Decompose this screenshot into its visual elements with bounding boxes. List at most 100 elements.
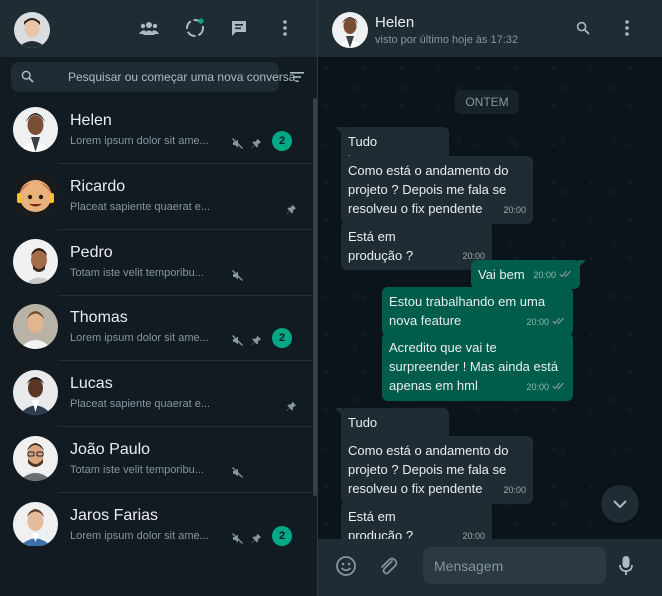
chat-name: Jaros Farias: [70, 507, 159, 524]
communities-icon[interactable]: [138, 17, 160, 39]
outgoing-message[interactable]: Acredito que vai te surpreender ! Mas ai…: [382, 333, 573, 401]
message-composer: [318, 539, 662, 596]
pinned-icon: [251, 333, 262, 351]
search-messages-icon[interactable]: [572, 17, 594, 39]
message-time: 20:00: [503, 481, 526, 500]
chat-item[interactable]: Pedro Totam iste velit temporibu...: [0, 230, 312, 296]
double-check-icon: [559, 266, 573, 285]
search-bar: Pesquisar ou começar uma nova conversa: [0, 57, 317, 98]
contact-avatar[interactable]: [332, 12, 368, 48]
chat-item[interactable]: Thomas Lorem ipsum dolor sit ame... 2: [0, 295, 312, 361]
incoming-message[interactable]: Como está o andamento do projeto ? Depoi…: [341, 156, 533, 224]
chat-list-scrollbar[interactable]: [313, 98, 317, 496]
chat-name: João Paulo: [70, 441, 151, 458]
pinned-icon: [286, 202, 297, 220]
message-text: Como está o andamento do projeto ? Depoi…: [348, 443, 509, 496]
chat-preview: Placeat sapiente quaerat e...: [70, 201, 211, 213]
message-time-text: 20:00: [533, 270, 556, 280]
microphone-icon[interactable]: [619, 555, 633, 582]
pinned-icon: [251, 136, 262, 154]
read-receipt-icon: [559, 270, 572, 278]
emoji-icon[interactable]: [335, 555, 357, 582]
search-icon[interactable]: [21, 70, 34, 88]
outgoing-message[interactable]: Estou trabalhando em uma nova feature 20:…: [382, 287, 573, 336]
chat-avatar: [13, 502, 58, 547]
message-time: 20:00: [503, 201, 526, 220]
message-time-text: 20:00: [503, 485, 526, 495]
chat-name: Ricardo: [70, 178, 126, 195]
chat-preview: Lorem ipsum dolor sit ame...: [70, 332, 209, 344]
chat-name: Thomas: [70, 309, 128, 326]
unread-badge: 2: [272, 131, 292, 151]
conversation-header[interactable]: Helen visto por último hoje às 17:32: [318, 0, 662, 57]
message-area[interactable]: ONTEM Tudo bem ?20:00Como está o andamen…: [318, 57, 662, 539]
muted-icon: [232, 268, 243, 286]
unread-badge: 2: [272, 526, 292, 546]
incoming-message[interactable]: Está em produção ? 20:00: [341, 502, 492, 539]
contact-name: Helen: [375, 14, 415, 31]
chat-name: Lucas: [70, 375, 113, 392]
new-chat-icon[interactable]: [228, 17, 250, 39]
sidebar-footer: [0, 546, 317, 596]
chat-avatar: [13, 370, 58, 415]
message-time-text: 20:00: [526, 317, 549, 327]
bubble-tail: [335, 408, 343, 416]
message-text: Vai bem: [478, 267, 525, 282]
message-time: 20:00: [462, 527, 485, 539]
attach-icon[interactable]: [377, 555, 399, 582]
message-time-text: 20:00: [462, 531, 485, 539]
chat-name: Pedro: [70, 244, 113, 261]
incoming-message[interactable]: Como está o andamento do projeto ? Depoi…: [341, 436, 533, 504]
bubble-tail: [335, 127, 343, 135]
my-profile-avatar[interactable]: [14, 12, 50, 48]
message-time-text: 20:00: [526, 382, 549, 392]
chat-list-panel: Pesquisar ou começar uma nova conversa H…: [0, 0, 318, 596]
double-check-icon: [552, 313, 566, 332]
message-input[interactable]: [423, 547, 606, 584]
chevron-down-icon: [613, 499, 627, 508]
chat-item[interactable]: Lucas Placeat sapiente quaerat e...: [0, 361, 312, 427]
message-text: Está em produção ?: [348, 229, 414, 263]
muted-icon: [232, 465, 243, 483]
filter-icon[interactable]: [289, 70, 305, 88]
chat-avatar: [13, 173, 58, 218]
message-time: 20:00: [526, 378, 566, 397]
message-time: 20:00: [533, 266, 573, 285]
pinned-icon: [286, 399, 297, 417]
message-text: Está em produção ?: [348, 509, 414, 539]
message-text: Como está o andamento do projeto ? Depoi…: [348, 163, 509, 216]
conversation-panel: Helen visto por último hoje às 17:32 ONT…: [318, 0, 662, 596]
message-time: 20:00: [526, 313, 566, 332]
status-icon[interactable]: [184, 17, 206, 39]
sidebar-header: [0, 0, 317, 57]
chat-avatar: [13, 436, 58, 481]
search-placeholder: Pesquisar ou começar uma nova conversa: [68, 70, 296, 84]
menu-icon[interactable]: [274, 17, 296, 39]
chat-preview: Lorem ipsum dolor sit ame...: [70, 135, 209, 147]
chat-avatar: [13, 239, 58, 284]
conversation-menu-icon[interactable]: [616, 17, 638, 39]
chat-preview: Lorem ipsum dolor sit ame...: [70, 530, 209, 542]
read-receipt-icon: [552, 382, 565, 390]
bubble-tail: [578, 260, 586, 268]
chat-item[interactable]: João Paulo Totam iste velit temporibu...: [0, 427, 312, 493]
search-input[interactable]: Pesquisar ou começar uma nova conversa: [11, 62, 295, 92]
chat-avatar: [13, 304, 58, 349]
unread-badge: 2: [272, 328, 292, 348]
muted-icon: [232, 136, 243, 154]
chat-item[interactable]: Ricardo Placeat sapiente quaerat e...: [0, 164, 312, 230]
chat-name: Helen: [70, 112, 112, 129]
read-receipt-icon: [552, 317, 565, 325]
outgoing-message[interactable]: Vai bem 20:00: [471, 260, 586, 289]
chat-list: Helen Lorem ipsum dolor sit ame... 2 Ricard…: [0, 98, 312, 559]
date-separator: ONTEM: [455, 90, 519, 114]
double-check-icon: [552, 378, 566, 397]
chat-preview: Placeat sapiente quaerat e...: [70, 398, 211, 410]
message-time-text: 20:00: [503, 205, 526, 215]
scroll-to-bottom-button[interactable]: [601, 485, 639, 523]
contact-last-seen: visto por último hoje às 17:32: [375, 34, 519, 46]
chat-item[interactable]: Helen Lorem ipsum dolor sit ame... 2: [0, 98, 312, 164]
chat-avatar: [13, 107, 58, 152]
chat-preview: Totam iste velit temporibu...: [70, 464, 204, 476]
incoming-message[interactable]: Está em produção ? 20:00: [341, 222, 492, 270]
